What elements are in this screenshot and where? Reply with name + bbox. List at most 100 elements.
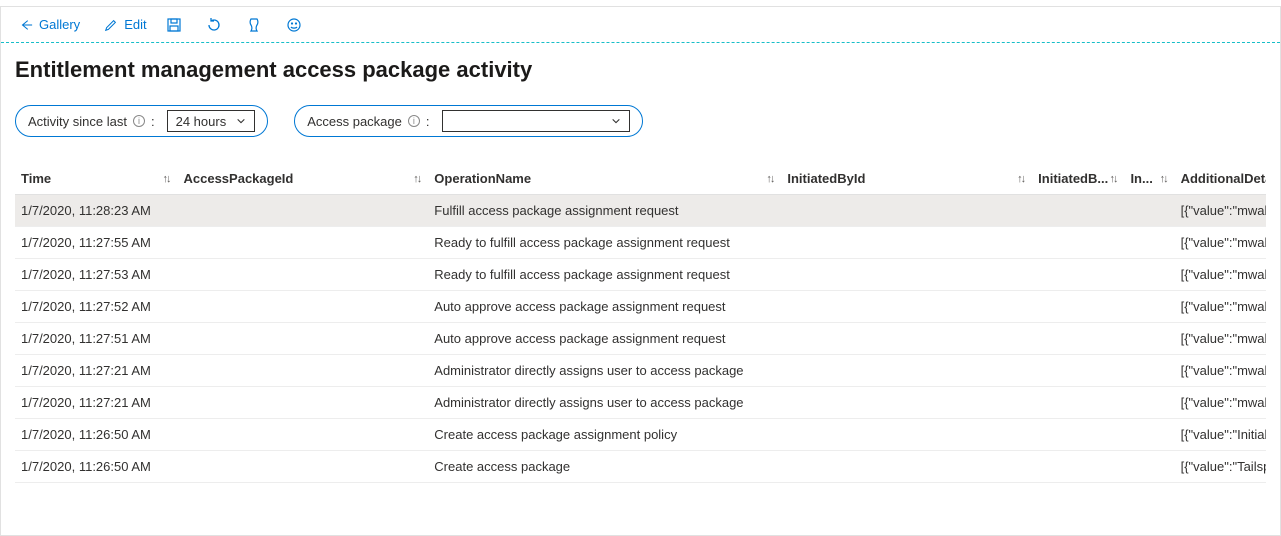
cell-add: [{"value":"mwah	[1175, 355, 1266, 387]
col-header-operationname[interactable]: OperationName ↑↓	[428, 163, 781, 195]
refresh-icon	[206, 17, 222, 33]
save-button[interactable]	[165, 16, 183, 34]
cell-initb	[1032, 291, 1124, 323]
cell-time: 1/7/2020, 11:27:55 AM	[15, 227, 178, 259]
cell-time: 1/7/2020, 11:27:21 AM	[15, 387, 178, 419]
cell-time: 1/7/2020, 11:27:53 AM	[15, 259, 178, 291]
table-body: 1/7/2020, 11:28:23 AM Fulfill access pack…	[15, 195, 1266, 483]
cell-initb	[1032, 323, 1124, 355]
table-row[interactable]: 1/7/2020, 11:27:52 AM Auto approve access…	[15, 291, 1266, 323]
content-area: Entitlement management access package ac…	[1, 43, 1280, 483]
cell-initb	[1032, 355, 1124, 387]
cell-initid	[781, 259, 1032, 291]
access-pkg-dropdown[interactable]	[442, 110, 630, 132]
access-pkg-label: Access package	[307, 114, 402, 129]
sort-icon: ↑↓	[1017, 173, 1024, 185]
feedback-button[interactable]	[285, 16, 303, 34]
cell-in	[1124, 323, 1174, 355]
activity-since-filter[interactable]: Activity since last i : 24 hours	[15, 105, 268, 137]
cell-initid	[781, 195, 1032, 227]
cell-in	[1124, 355, 1174, 387]
cell-pkg	[178, 259, 429, 291]
save-icon	[166, 17, 182, 33]
col-header-additionaldetails[interactable]: AdditionalDeta	[1175, 163, 1266, 195]
cell-in	[1124, 195, 1174, 227]
sort-icon: ↑↓	[163, 173, 170, 185]
sort-icon: ↑↓	[766, 173, 773, 185]
cell-op: Administrator directly assigns user to a…	[428, 355, 781, 387]
cell-in	[1124, 451, 1174, 483]
section-separator	[1, 42, 1280, 43]
pin-icon	[246, 17, 262, 33]
cell-initb	[1032, 259, 1124, 291]
col-header-time[interactable]: Time ↑↓	[15, 163, 178, 195]
cell-op: Fulfill access package assignment reques…	[428, 195, 781, 227]
table-row[interactable]: 1/7/2020, 11:27:51 AMAuto approve access…	[15, 323, 1266, 355]
cell-in	[1124, 387, 1174, 419]
table-header-row: Time ↑↓ AccessPackageId↑↓ OperationName ↑↓…	[15, 163, 1266, 195]
cell-initid	[781, 451, 1032, 483]
table-row[interactable]: 1/7/2020, 11:26:50 AM Create access packa…	[15, 419, 1266, 451]
cell-add: [{"value":"mwah	[1175, 195, 1266, 227]
refresh-button[interactable]	[205, 16, 223, 34]
cell-op: Create access package	[428, 451, 781, 483]
cell-time: 1/7/2020, 11:27:21 AM	[15, 355, 178, 387]
cell-initid	[781, 419, 1032, 451]
col-header-in-label: In...	[1130, 171, 1152, 186]
table-row[interactable]: 1/7/2020, 11:27:55 AMReady to fulfill ac…	[15, 227, 1266, 259]
cell-pkg	[178, 387, 429, 419]
cell-time: 1/7/2020, 11:26:50 AM	[15, 419, 178, 451]
cell-time: 1/7/2020, 11:28:23 AM	[15, 195, 178, 227]
table-row[interactable]: 1/7/2020, 11:27:53 AMReady to fulfill ac…	[15, 259, 1266, 291]
edit-link[interactable]: Edit	[100, 15, 150, 34]
cell-time: 1/7/2020, 11:26:50 AM	[15, 451, 178, 483]
cell-initb	[1032, 387, 1124, 419]
cell-add: [{"value":"mwah	[1175, 387, 1266, 419]
col-header-time-label: Time	[21, 171, 51, 186]
cell-add: [{"value":"Initial	[1175, 419, 1266, 451]
info-icon[interactable]: i	[133, 115, 145, 127]
cell-op: Auto approve access package assignment r…	[428, 291, 781, 323]
col-header-op-label: OperationName	[434, 171, 531, 186]
filters-row: Activity since last i : 24 hours Access …	[15, 105, 1266, 137]
cell-add: [{"value":"mwah	[1175, 291, 1266, 323]
cell-in	[1124, 419, 1174, 451]
smiley-icon	[286, 17, 302, 33]
cell-op: Create access package assignment policy	[428, 419, 781, 451]
gallery-link[interactable]: Gallery	[15, 15, 84, 34]
cell-pkg	[178, 291, 429, 323]
cell-initid	[781, 291, 1032, 323]
info-icon[interactable]: i	[408, 115, 420, 127]
cell-initb	[1032, 227, 1124, 259]
table-row[interactable]: 1/7/2020, 11:27:21 AM Administrator direc…	[15, 387, 1266, 419]
activity-dropdown[interactable]: 24 hours	[167, 110, 256, 132]
col-header-in[interactable]: In... ↑↓	[1124, 163, 1174, 195]
cell-in	[1124, 291, 1174, 323]
cell-add: [{"value":"mwah	[1175, 259, 1266, 291]
cell-op: Auto approve access package assignment r…	[428, 323, 781, 355]
cell-initid	[781, 387, 1032, 419]
table-row[interactable]: 1/7/2020, 11:28:23 AM Fulfill access pack…	[15, 195, 1266, 227]
col-header-initiatedbyid[interactable]: InitiatedById↑↓	[781, 163, 1032, 195]
gallery-label: Gallery	[39, 17, 80, 32]
table-row[interactable]: 1/7/2020, 11:26:50 AM Create access packa…	[15, 451, 1266, 483]
cell-pkg	[178, 451, 429, 483]
cell-initid	[781, 355, 1032, 387]
cell-time: 1/7/2020, 11:27:52 AM	[15, 291, 178, 323]
cell-op: Administrator directly assigns user to a…	[428, 387, 781, 419]
colon: :	[426, 114, 430, 129]
col-header-add-label: AdditionalDeta	[1181, 171, 1266, 186]
cell-pkg	[178, 195, 429, 227]
col-header-initiatedb[interactable]: InitiatedB...↑↓	[1032, 163, 1124, 195]
sort-icon: ↑↓	[1160, 173, 1167, 185]
chevron-down-icon	[611, 116, 621, 126]
activity-value: 24 hours	[176, 114, 227, 129]
cell-add: [{"value":"mwah	[1175, 227, 1266, 259]
access-package-filter[interactable]: Access package i :	[294, 105, 642, 137]
back-arrow-icon	[19, 18, 33, 32]
col-header-accesspackageid[interactable]: AccessPackageId↑↓	[178, 163, 429, 195]
col-header-initb-label: InitiatedB...	[1038, 171, 1108, 186]
table-row[interactable]: 1/7/2020, 11:27:21 AM Administrator direc…	[15, 355, 1266, 387]
pin-button[interactable]	[245, 16, 263, 34]
results-table-wrap: Time ↑↓ AccessPackageId↑↓ OperationName ↑↓…	[15, 163, 1266, 483]
